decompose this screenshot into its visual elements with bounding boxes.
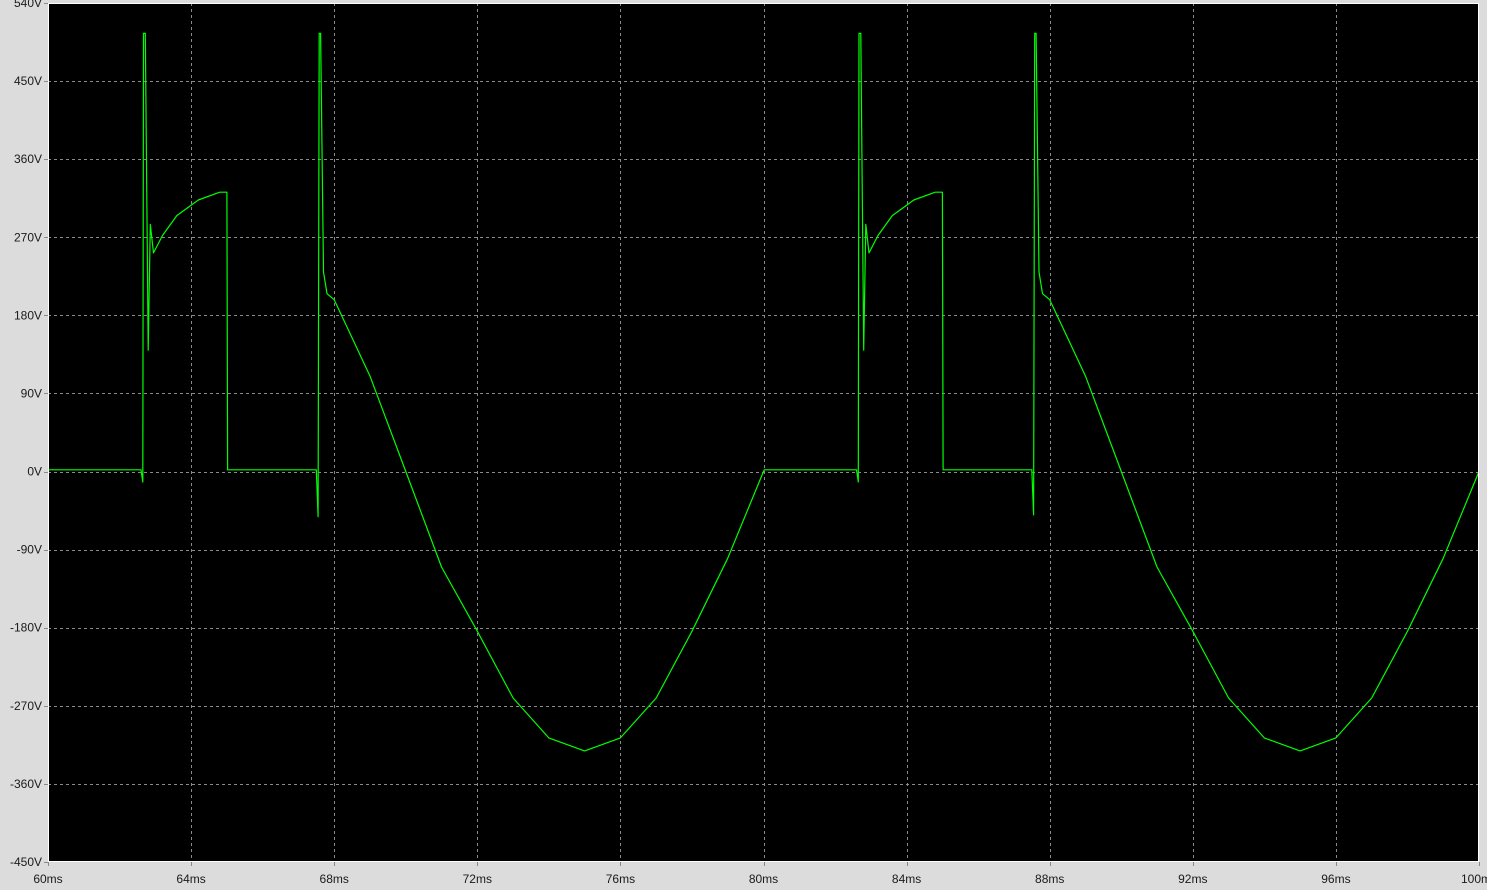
x-tick-label: 76ms [606,872,635,886]
x-tick-label: 96ms [1321,872,1350,886]
y-tick-label: -180V [10,621,42,635]
waveform-chart: 540V 450V 360V 270V 180V 90V 0V -90V -180V -270V -… [10,0,1487,886]
y-axis-labels: 540V 450V 360V 270V 180V 90V 0V -90V -180V -270V -… [10,0,42,869]
y-tick-label: 450V [14,74,42,88]
y-tick-label: 540V [14,0,42,10]
x-tick-label: 100ms [1461,872,1487,886]
x-tick-label: 88ms [1035,872,1064,886]
x-tick-label: 60ms [33,872,62,886]
y-tick-label: -360V [10,777,42,791]
y-tick-label: 0V [27,465,42,479]
y-tick-label: 90V [21,386,42,400]
y-tick-label: 360V [14,152,42,166]
x-axis-labels: 60ms 64ms 68ms 72ms 76ms 80ms 84ms 88ms 92ms 96ms… [33,872,1487,886]
y-tick-label: -270V [10,699,42,713]
x-tick-label: 64ms [176,872,205,886]
y-tick-label: -450V [10,855,42,869]
y-tick-label: 270V [14,230,42,244]
x-tick-label: 84ms [892,872,921,886]
y-tick-label: 180V [14,308,42,322]
y-tick-label: -90V [17,543,42,557]
x-tick-label: 80ms [749,872,778,886]
plot-area [48,3,1479,862]
x-tick-label: 72ms [463,872,492,886]
x-tick-label: 68ms [320,872,349,886]
x-tick-label: 92ms [1178,872,1207,886]
